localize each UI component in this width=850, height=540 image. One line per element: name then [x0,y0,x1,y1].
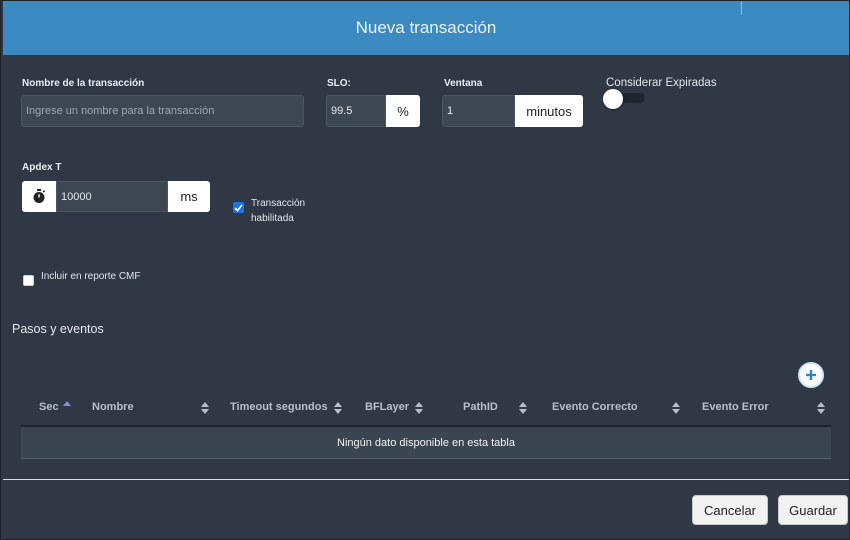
sort-icon[interactable] [414,401,424,415]
table-empty-row: Ningún dato disponible en esta tabla [21,427,831,459]
name-input[interactable] [21,95,304,127]
footer-divider [3,479,849,480]
sort-icon[interactable] [816,401,826,415]
column-header-bflayer[interactable]: BFLayer [365,401,409,413]
expired-label: Considerar Expiradas [606,77,717,89]
column-header-evento-correcto[interactable]: Evento Correcto [552,401,638,413]
cmf-label: Incluir en reporte CMF [41,271,141,282]
column-header-timeout[interactable]: Timeout segundos [230,401,328,413]
cmf-checkbox[interactable] [23,275,34,286]
transaction-modal: Nueva transacción Nombre de la transacci… [0,0,850,540]
toggle-knob [603,89,623,109]
save-button[interactable]: Guardar [778,495,848,525]
slo-input[interactable] [326,95,386,127]
modal-title: Nueva transacción [355,18,497,37]
enabled-label-line2: habilitada [251,213,294,224]
column-header-nombre[interactable]: Nombre [92,401,134,413]
column-header-evento-error[interactable]: Evento Error [702,401,769,413]
cancel-button[interactable]: Cancelar [692,495,768,525]
sort-asc-icon[interactable] [62,400,72,414]
steps-section-title: Pasos y eventos [12,322,104,336]
sort-icon[interactable] [671,401,681,415]
sort-icon[interactable] [200,401,210,415]
add-step-button[interactable] [798,362,824,388]
apdex-label: Apdex T [22,162,62,173]
table-empty-message: Ningún dato disponible en esta tabla [337,436,515,449]
column-header-sec[interactable]: Sec [39,401,59,413]
name-label: Nombre de la transacción [22,78,145,89]
slo-label: SLO: [327,78,351,89]
window-unit-addon: minutos [515,95,583,127]
column-header-pathid[interactable]: PathID [463,401,498,413]
enabled-checkbox[interactable] [233,202,244,213]
stopwatch-icon [33,189,46,203]
window-label: Ventana [444,78,483,89]
apdex-input[interactable] [56,181,168,212]
slo-unit-addon: % [386,95,420,127]
header-divider [741,1,742,15]
apdex-unit-addon: ms [168,181,210,212]
checkmark-icon [234,203,243,212]
apdex-prefix-addon [22,181,56,212]
modal-header: Nueva transacción [3,1,849,55]
expired-toggle[interactable] [603,89,645,109]
sort-icon[interactable] [518,401,528,415]
plus-circle-icon [806,370,816,380]
sort-icon[interactable] [333,401,343,415]
window-input[interactable] [442,95,515,127]
enabled-label-line1: Transacción [251,198,306,209]
